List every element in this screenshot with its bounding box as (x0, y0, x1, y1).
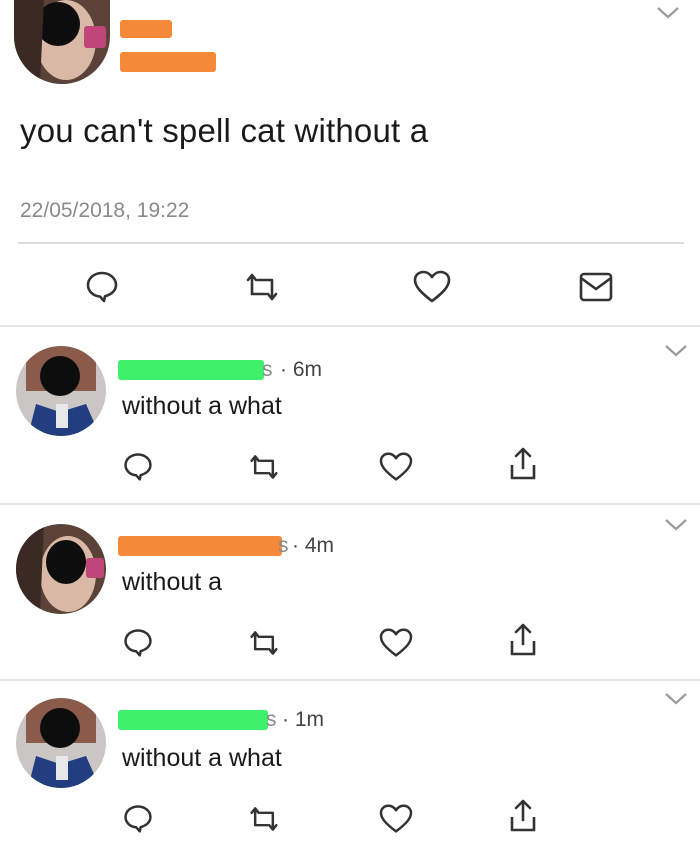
reply-name-suffix: s (262, 358, 273, 381)
author-avatar[interactable] (14, 0, 110, 84)
retweet-icon[interactable] (246, 452, 282, 482)
divider (0, 679, 700, 681)
chevron-down-icon[interactable] (664, 344, 688, 358)
retweet-icon[interactable] (246, 804, 282, 834)
divider (0, 325, 700, 327)
reply-icon[interactable] (84, 268, 120, 304)
reply-avatar[interactable] (16, 346, 106, 436)
reply-icon[interactable] (122, 802, 154, 834)
share-icon[interactable] (508, 798, 538, 834)
reply-icon[interactable] (122, 626, 154, 658)
reply-name-redaction (118, 536, 282, 556)
divider (0, 503, 700, 505)
author-name-redaction (120, 20, 172, 38)
reply-time: · 4m (292, 534, 334, 557)
reply-text: without a what (122, 392, 282, 420)
chevron-down-icon[interactable] (664, 692, 688, 706)
message-icon[interactable] (578, 270, 614, 304)
reply-name-redaction (118, 710, 268, 730)
chevron-down-icon[interactable] (664, 518, 688, 532)
tweet-text: you can't spell cat without a (20, 112, 429, 149)
reply-avatar[interactable] (16, 698, 106, 788)
like-icon[interactable] (412, 270, 452, 304)
tweet-timestamp[interactable]: 22/05/2018, 19:22 (20, 199, 189, 223)
reply-name-redaction (118, 360, 264, 380)
reply-time: · 6m (280, 358, 322, 381)
reply-text: without a what (122, 744, 282, 772)
share-icon[interactable] (508, 446, 538, 482)
chevron-down-icon[interactable] (656, 6, 680, 20)
share-icon[interactable] (508, 622, 538, 658)
retweet-icon[interactable] (242, 270, 282, 304)
reply-text: without a (122, 568, 223, 596)
reply-time: · 1m (282, 708, 324, 731)
retweet-icon[interactable] (246, 628, 282, 658)
like-icon[interactable] (378, 804, 414, 834)
reply-name-suffix: s (278, 534, 289, 557)
like-icon[interactable] (378, 452, 414, 482)
reply-icon[interactable] (122, 450, 154, 482)
author-handle-redaction (120, 52, 216, 72)
reply-avatar[interactable] (16, 524, 106, 614)
like-icon[interactable] (378, 628, 414, 658)
divider (18, 242, 684, 244)
reply-name-suffix: s (266, 708, 277, 731)
